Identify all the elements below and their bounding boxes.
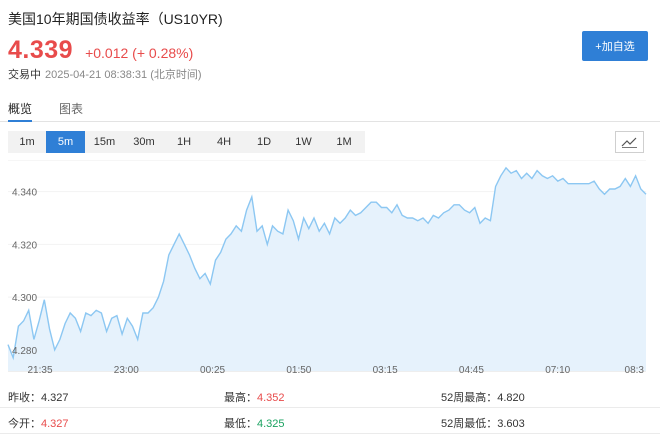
y-tick-label: 4.320 (12, 240, 37, 251)
stat-52w-high: 52周最高：4.820 (441, 392, 525, 404)
tab-chart[interactable]: 图表 (59, 100, 83, 117)
y-tick-label: 4.340 (12, 188, 37, 199)
add-to-watchlist-button[interactable]: +加自选 (582, 31, 648, 61)
x-tick-label: 00:25 (200, 365, 225, 376)
chart-type-button[interactable] (615, 131, 644, 153)
stats-row-1: 昨收：4.327 最高：4.352 52周最高：4.820 (0, 383, 660, 408)
period-15m[interactable]: 15m (85, 131, 124, 153)
x-tick-label: 03:15 (373, 365, 398, 376)
x-tick-label: 08:3 (625, 365, 645, 376)
stat-low: 最低：4.325 (224, 418, 285, 430)
tab-overview[interactable]: 概览 (8, 100, 32, 117)
active-tab-indicator (8, 120, 32, 122)
trade-status: 交易中 (8, 69, 41, 81)
security-title: 美国10年期国债收益率（US10YR) (8, 11, 223, 27)
trade-status-row: 交易中 2025-04-21 08:38:31 (北京时间) (8, 66, 202, 82)
period-selector: 1m 5m 15m 30m 1H 4H 1D 1W 1M (8, 131, 365, 153)
quote-timestamp: 2025-04-21 08:38:31 (北京时间) (45, 69, 202, 81)
period-1h[interactable]: 1H (164, 131, 204, 153)
stats-row-2: 今开：4.327 最低：4.325 52周最低：3.603 (0, 409, 660, 434)
price-row: 4.339 +0.012 (+ 0.28%) (8, 36, 193, 65)
price-area (8, 167, 646, 371)
x-tick-label: 23:00 (114, 365, 139, 376)
price-change: +0.012 (+ 0.28%) (85, 45, 194, 61)
current-price: 4.339 (8, 36, 74, 64)
x-tick-label: 01:50 (286, 365, 311, 376)
stat-open: 今开：4.327 (8, 418, 69, 430)
x-tick-label: 07:10 (545, 365, 570, 376)
period-1w[interactable]: 1W (284, 131, 323, 153)
stat-52w-low: 52周最低：3.603 (441, 418, 525, 430)
price-chart: 4.340 4.320 4.300 4.280 21:35 23:00 00:25 01:5… (7, 160, 647, 376)
x-tick-label: 04:45 (459, 365, 484, 376)
y-tick-label: 4.300 (12, 293, 37, 304)
stat-prev-close: 昨收：4.327 (8, 392, 69, 404)
line-chart-icon (621, 137, 637, 148)
stat-high: 最高：4.352 (224, 392, 285, 404)
period-1mo[interactable]: 1M (323, 131, 365, 153)
period-5m[interactable]: 5m (46, 131, 85, 153)
y-tick-label: 4.280 (12, 346, 37, 357)
x-tick-label: 21:35 (27, 365, 52, 376)
period-4h[interactable]: 4H (204, 131, 244, 153)
view-tabs: 概览 图表 (0, 92, 660, 122)
period-1m[interactable]: 1m (8, 131, 46, 153)
period-1d[interactable]: 1D (244, 131, 284, 153)
period-30m[interactable]: 30m (124, 131, 164, 153)
